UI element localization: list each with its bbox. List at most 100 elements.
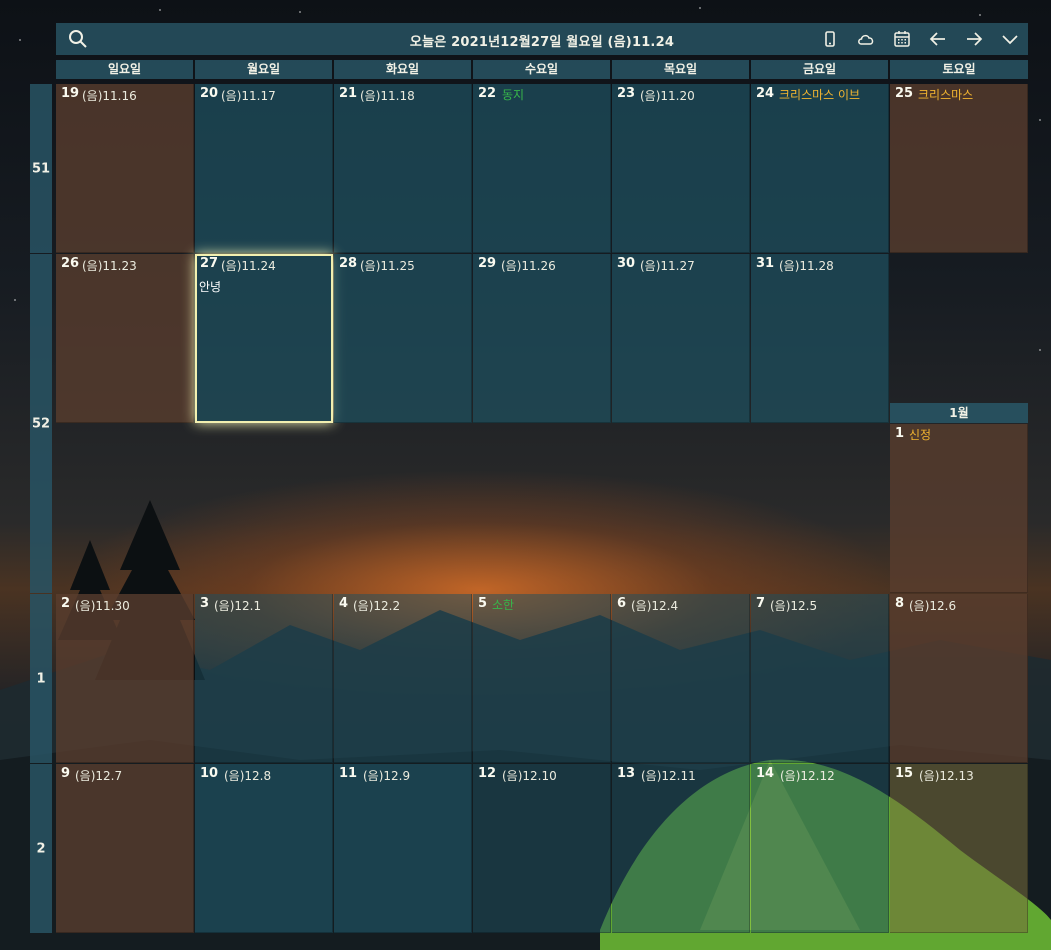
day-cell[interactable]: 19 (음)11.16 [56,84,194,253]
day-number: 3 [200,596,210,611]
lunar-date: (음)11.16 [82,89,137,103]
day-cell[interactable]: 7 (음)12.5 [751,594,889,763]
week-number: 2 [30,764,52,933]
day-number: 7 [756,596,766,611]
day-number: 24 [756,86,775,101]
day-cell[interactable]: 24 크리스마스 이브 [751,84,889,253]
lunar-date: (음)11.17 [221,89,276,103]
weekday-header-mon: 월요일 [195,60,332,79]
day-cell[interactable]: 20 (음)11.17 [195,84,333,253]
day-number: 1 [895,426,905,441]
weekday-header-thu: 목요일 [612,60,749,79]
weekday-header-fri: 금요일 [751,60,888,79]
page-title: 오늘은 2021년12월27일 월요일 (음)11.24 [409,35,675,50]
day-number: 25 [895,86,914,101]
lunar-date: (음)12.6 [909,599,957,613]
weekday-header-wed: 수요일 [473,60,610,79]
day-cell[interactable]: 11 (음)12.9 [334,764,472,933]
day-number: 6 [617,596,627,611]
header-bar: 오늘은 2021년12월27일 월요일 (음)11.24 [56,23,1028,55]
phone-icon[interactable] [820,29,840,49]
lunar-date: (음)12.9 [363,769,411,783]
weekday-header-sat: 토요일 [890,60,1028,79]
lunar-date: (음)11.18 [360,89,415,103]
day-cell[interactable]: 31 (음)11.28 [751,254,889,423]
day-cell[interactable]: 2 (음)11.30 [56,594,194,763]
day-cell[interactable]: 30 (음)11.27 [612,254,750,423]
day-cell[interactable]: 25 크리스마스 [890,84,1028,253]
lunar-date: (음)12.2 [353,599,401,613]
day-number: 29 [478,256,497,271]
chevron-down-icon[interactable] [1000,29,1020,49]
calendar-icon[interactable] [892,29,912,49]
week-number: 51 [30,84,52,253]
day-cell[interactable]: 28 (음)11.25 [334,254,472,423]
week-number: 52 [30,254,52,593]
arrow-left-icon[interactable] [928,29,948,49]
lunar-date: (음)11.30 [75,599,130,613]
solar-term: 동지 [502,88,525,102]
week-number: 1 [30,594,52,763]
day-number: 22 [478,86,497,101]
day-cell[interactable]: 10 (음)12.8 [195,764,333,933]
day-cell[interactable]: 22 동지 [473,84,611,253]
day-number: 31 [756,256,775,271]
day-number: 23 [617,86,636,101]
day-number: 28 [339,256,358,271]
weekday-header-sun: 일요일 [56,60,193,79]
day-cell[interactable]: 26 (음)11.23 [56,254,194,423]
day-number: 27 [200,256,219,271]
day-number: 26 [61,256,80,271]
day-number: 21 [339,86,358,101]
day-cell[interactable]: 5 소한 [473,594,611,763]
lunar-date: (음)11.26 [501,259,556,273]
lunar-date: (음)11.25 [360,259,415,273]
arrow-right-icon[interactable] [964,29,984,49]
lunar-date: (음)11.20 [640,89,695,103]
lunar-date: (음)12.1 [214,599,262,613]
day-cell-today[interactable]: 27 (음)11.24 안녕 [195,254,333,423]
day-number: 20 [200,86,219,101]
lunar-date: (음)12.4 [631,599,679,613]
day-cell[interactable]: 23 (음)11.20 [612,84,750,253]
lunar-date: (음)12.11 [641,769,696,783]
day-number: 4 [339,596,349,611]
day-number: 5 [478,596,488,611]
day-cell[interactable]: 13 (음)12.11 [612,764,750,933]
day-cell[interactable]: 15 (음)12.13 [890,764,1028,933]
day-number: 19 [61,86,80,101]
day-cell[interactable]: 29 (음)11.26 [473,254,611,423]
day-cell[interactable]: 1 신정 [890,424,1028,593]
day-number: 8 [895,596,905,611]
lunar-date: (음)11.24 [221,259,276,273]
lunar-date: (음)12.7 [75,769,123,783]
day-cell[interactable]: 9 (음)12.7 [56,764,194,933]
day-cell[interactable]: 8 (음)12.6 [890,594,1028,763]
day-number: 14 [756,766,775,781]
lunar-date: (음)12.8 [224,769,272,783]
day-cell[interactable]: 12 (음)12.10 [473,764,611,933]
holiday-label: 크리스마스 이브 [779,88,861,102]
day-number: 2 [61,596,71,611]
month-label: 1월 [890,403,1028,423]
lunar-date: (음)12.10 [502,769,557,783]
holiday-label: 크리스마스 [918,88,974,102]
day-number: 13 [617,766,636,781]
event-item[interactable]: 안녕 [199,278,221,295]
holiday-label: 신정 [909,428,932,442]
day-cell[interactable]: 3 (음)12.1 [195,594,333,763]
day-cell[interactable]: 21 (음)11.18 [334,84,472,253]
day-number: 10 [200,766,219,781]
day-cell[interactable]: 6 (음)12.4 [612,594,750,763]
lunar-date: (음)11.27 [640,259,695,273]
lunar-date: (음)12.5 [770,599,818,613]
day-number: 9 [61,766,71,781]
weekday-header-tue: 화요일 [334,60,471,79]
day-cell[interactable]: 14 (음)12.12 [751,764,889,933]
lunar-date: (음)12.12 [780,769,835,783]
day-cell[interactable]: 4 (음)12.2 [334,594,472,763]
day-number: 15 [895,766,914,781]
lunar-date: (음)11.28 [779,259,834,273]
solar-term: 소한 [492,598,515,612]
cloud-icon[interactable] [856,29,876,49]
